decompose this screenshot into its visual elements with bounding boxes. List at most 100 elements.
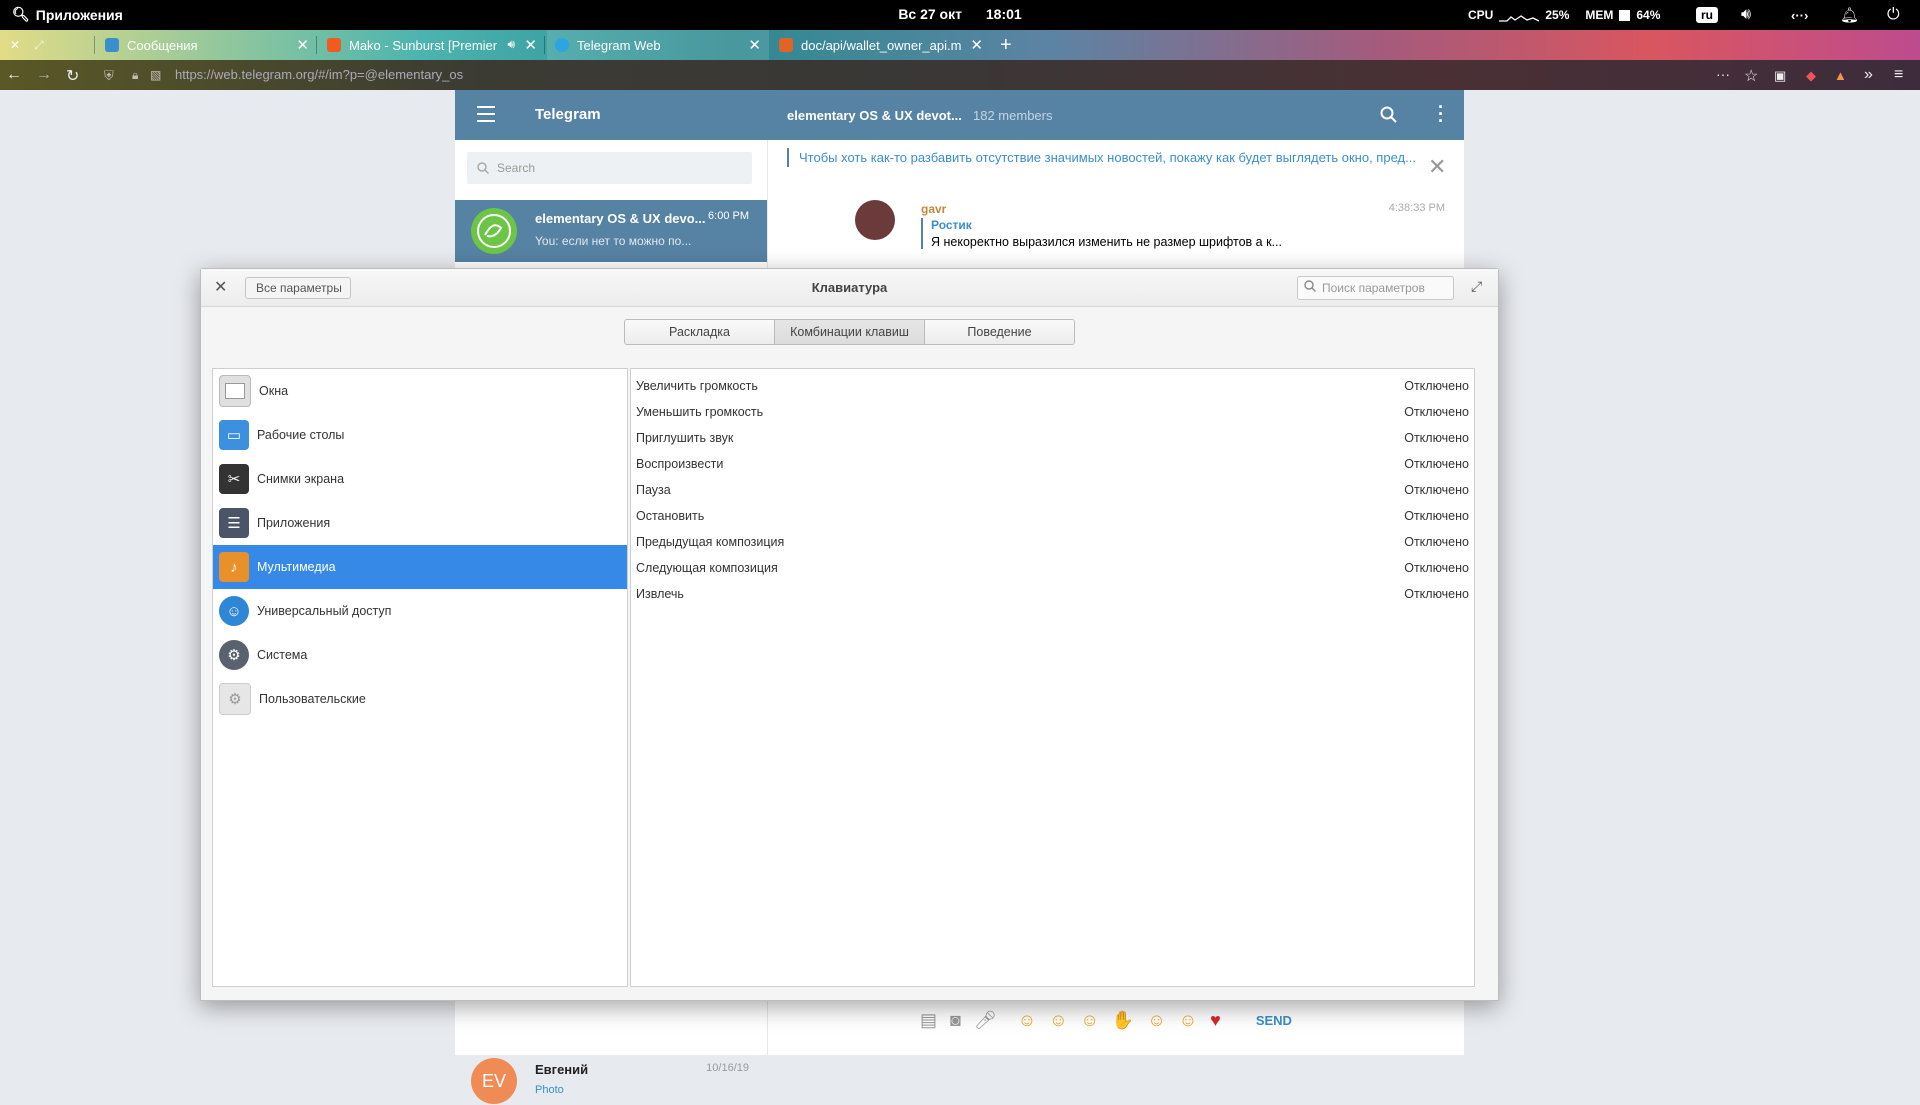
shortcut-value[interactable]: Отключено bbox=[1404, 457, 1469, 471]
close-icon[interactable]: ✕ bbox=[748, 36, 761, 54]
send-button[interactable]: SEND bbox=[1256, 1013, 1292, 1028]
chat-time: 10/16/19 bbox=[706, 1062, 749, 1074]
ublock-icon[interactable]: ◆ bbox=[1806, 68, 1816, 84]
tab-layout[interactable]: Раскладка bbox=[625, 320, 775, 344]
speaker-icon[interactable]: 🔊︎ bbox=[507, 37, 515, 52]
close-icon[interactable]: ✕ bbox=[296, 36, 309, 54]
shortcut-value[interactable]: Отключено bbox=[1404, 509, 1469, 523]
shortcut-name: Уменьшить громкость bbox=[636, 405, 764, 419]
shortcut-value[interactable]: Отключено bbox=[1404, 587, 1469, 601]
time-label[interactable]: 18:01 bbox=[986, 6, 1022, 22]
tab-behavior[interactable]: Поведение bbox=[925, 320, 1074, 344]
category-accessibility[interactable]: ☺ Универсальный доступ bbox=[213, 589, 627, 633]
tab-shortcuts[interactable]: Комбинации клавиш bbox=[775, 320, 925, 344]
hamburger-menu-icon[interactable] bbox=[477, 106, 495, 127]
sound-icon[interactable]: 🔊︎ bbox=[1741, 0, 1751, 30]
category-screenshots[interactable]: ✂ Снимки экрана bbox=[213, 457, 627, 501]
attach-file-icon[interactable]: ▤ bbox=[920, 1010, 937, 1031]
close-icon[interactable]: ✕ bbox=[10, 38, 20, 52]
chat-title[interactable]: elementary OS & UX devot... bbox=[787, 108, 962, 123]
collapse-icon: ⤢ bbox=[34, 37, 44, 52]
shortcut-row[interactable]: Уменьшить громкость Отключено bbox=[631, 399, 1474, 425]
tab-messages[interactable]: Сообщения ✕ bbox=[97, 30, 317, 60]
category-applications[interactable]: ☰ Приложения bbox=[213, 501, 627, 545]
shortcut-value[interactable]: Отключено bbox=[1404, 535, 1469, 549]
network-icon[interactable]: ‹··› bbox=[1791, 0, 1808, 30]
category-label: Система bbox=[257, 648, 308, 662]
permissions-icon[interactable]: ▧ bbox=[150, 68, 161, 82]
overflow-icon[interactable]: » bbox=[1864, 66, 1873, 84]
more-vert-icon[interactable]: · · · bbox=[1438, 98, 1444, 130]
cpu-indicator[interactable]: CPU 25% MEM 64% bbox=[1468, 0, 1660, 30]
chat-item-evgeniy[interactable]: EV Евгений 10/16/19 Photo bbox=[455, 1050, 767, 1105]
all-settings-button[interactable]: Все параметры bbox=[245, 277, 351, 299]
date-label[interactable]: Вс 27 окт bbox=[898, 6, 962, 22]
avatar bbox=[471, 208, 517, 254]
tab-gitlab[interactable]: doc/api/wallet_owner_api.md ✕ bbox=[771, 30, 991, 60]
fire-icon[interactable]: ▲ bbox=[1834, 68, 1847, 83]
category-windows[interactable]: Окна bbox=[213, 369, 627, 413]
category-custom[interactable]: ⚙ Пользовательские bbox=[213, 677, 627, 721]
close-icon[interactable]: ✕ bbox=[970, 36, 983, 54]
new-tab-button[interactable]: + bbox=[1000, 30, 1026, 60]
avatar[interactable] bbox=[855, 200, 895, 240]
shortcut-value[interactable]: Отключено bbox=[1404, 483, 1469, 497]
back-icon[interactable]: ← bbox=[6, 66, 22, 84]
tab-telegram[interactable]: Telegram Web ✕ bbox=[547, 30, 769, 60]
shortcut-row[interactable]: Пауза Отключено bbox=[631, 477, 1474, 503]
shortcut-row[interactable]: Воспроизвести Отключено bbox=[631, 451, 1474, 477]
shortcut-value[interactable]: Отключено bbox=[1404, 561, 1469, 575]
applications-menu[interactable]: 🔍︎ Приложения bbox=[12, 6, 123, 23]
chat-item-elementary[interactable]: elementary OS & UX devo... 6:00 PM You: … bbox=[455, 200, 767, 262]
extension-icon[interactable]: ▣ bbox=[1774, 68, 1786, 84]
camera-icon[interactable]: ◙ bbox=[950, 1010, 961, 1031]
emoji-unamused-icon[interactable]: ☺ bbox=[1049, 1010, 1067, 1031]
chat-search-input[interactable]: Search bbox=[467, 152, 752, 184]
close-icon[interactable]: ✕ bbox=[1428, 154, 1446, 180]
emoji-heart-icon[interactable]: ♥ bbox=[1210, 1010, 1221, 1031]
notifications-icon[interactable]: 🔔︎ bbox=[1840, 0, 1859, 30]
close-icon[interactable]: ✕ bbox=[214, 277, 227, 297]
shortcut-value[interactable]: Отключено bbox=[1404, 379, 1469, 393]
category-multimedia[interactable]: ♪ Мультимедиа bbox=[213, 545, 627, 589]
menu-icon[interactable]: ≡ bbox=[1894, 66, 1903, 84]
category-workspaces[interactable]: ▭ Рабочие столы bbox=[213, 413, 627, 457]
search-icon[interactable] bbox=[1380, 106, 1398, 124]
keyboard-layout-indicator[interactable]: ru bbox=[1696, 0, 1718, 30]
shield-icon[interactable]: ⛨ bbox=[104, 68, 114, 84]
shortcut-value[interactable]: Отключено bbox=[1404, 405, 1469, 419]
telegram-title: Telegram bbox=[535, 106, 601, 123]
maximize-icon[interactable]: ⤢ bbox=[1471, 278, 1482, 295]
microphone-icon[interactable]: 🎤︎ bbox=[974, 1010, 997, 1031]
chat-name: elementary OS & UX devo... bbox=[535, 211, 706, 226]
emoji-kiss-icon[interactable]: ☺ bbox=[1179, 1010, 1197, 1031]
custom-icon: ⚙ bbox=[219, 683, 251, 715]
shortcut-row[interactable]: Остановить Отключено bbox=[631, 503, 1474, 529]
emoji-laugh-icon[interactable]: ☺ bbox=[1147, 1010, 1165, 1031]
url-field[interactable]: https://web.telegram.org/#/im?p=@element… bbox=[175, 67, 463, 82]
shortcut-value[interactable]: Отключено bbox=[1404, 431, 1469, 445]
shortcut-row[interactable]: Предыдущая композиция Отключено bbox=[631, 529, 1474, 555]
more-icon[interactable]: ··· bbox=[1716, 66, 1730, 82]
shortcut-row[interactable]: Увеличить громкость Отключено bbox=[631, 373, 1474, 399]
power-icon[interactable]: ⏻ bbox=[1887, 0, 1900, 30]
reply-quote[interactable]: Ростик Я некоректно выразился изменить н… bbox=[921, 218, 1282, 249]
message-author[interactable]: gavr bbox=[921, 202, 946, 216]
lock-icon[interactable]: 🔒︎ bbox=[132, 68, 138, 83]
close-icon[interactable]: ✕ bbox=[524, 36, 537, 54]
shortcut-row[interactable]: Извлечь Отключено bbox=[631, 581, 1474, 607]
emoji-blush-icon[interactable]: ☺ bbox=[1081, 1010, 1099, 1031]
keyboard-settings-window: ✕ Все параметры Клавиатура Поиск парамет… bbox=[200, 268, 1499, 1001]
tab-pinned[interactable]: ✕ ⤢ bbox=[0, 30, 95, 60]
category-system[interactable]: ⚙ Система bbox=[213, 633, 627, 677]
shortcut-row[interactable]: Следующая композиция Отключено bbox=[631, 555, 1474, 581]
forward-icon[interactable]: → bbox=[36, 66, 52, 84]
bookmark-star-icon[interactable]: ☆ bbox=[1744, 66, 1758, 86]
emoji-thumbsup-icon[interactable]: ✋ bbox=[1112, 1010, 1134, 1031]
settings-search-input[interactable]: Поиск параметров bbox=[1297, 276, 1454, 300]
shortcut-row[interactable]: Приглушить звук Отключено bbox=[631, 425, 1474, 451]
emoji-smile-icon[interactable]: ☺ bbox=[1018, 1010, 1036, 1031]
reload-icon[interactable]: ↻ bbox=[66, 66, 79, 86]
tab-soundcloud[interactable]: Mako - Sunburst [Premier 🔊︎ ✕ bbox=[319, 30, 545, 60]
pinned-message[interactable]: Чтобы хоть как-то разбавить отсутствие з… bbox=[787, 148, 1449, 167]
